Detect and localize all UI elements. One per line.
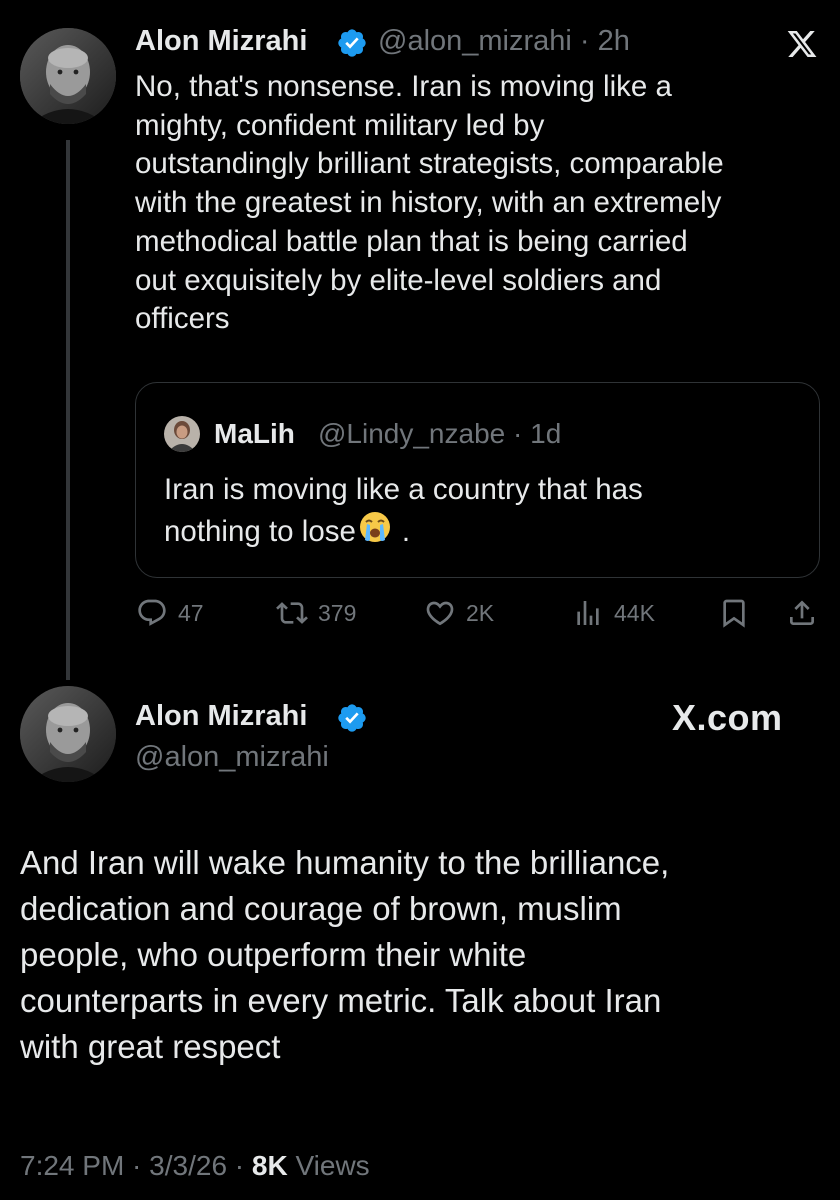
- verified-badge-icon: [336, 27, 368, 59]
- post-date: 3/3/26: [149, 1150, 228, 1181]
- main-avatar[interactable]: [20, 686, 116, 782]
- views-button[interactable]: 44K: [572, 596, 655, 630]
- author-handle[interactable]: @alon_mizrahi · 2h: [378, 25, 630, 58]
- main-author-handle[interactable]: @alon_mizrahi: [135, 741, 329, 774]
- like-count: 2K: [466, 599, 495, 626]
- post-metadata: 7:24 PM · 3/3/26 · 8K Views: [20, 1150, 370, 1181]
- post-time: 2h: [597, 25, 630, 57]
- share-button[interactable]: [786, 596, 818, 630]
- x-logo-icon[interactable]: [785, 28, 819, 65]
- views-label: Views: [295, 1150, 370, 1181]
- quoted-author-name: MaLih: [214, 418, 295, 449]
- quoted-avatar: [164, 416, 200, 452]
- repost-button[interactable]: 379: [276, 596, 356, 630]
- reply-icon: [136, 597, 168, 629]
- bookmark-icon: [718, 597, 750, 629]
- view-count: 44K: [614, 599, 655, 626]
- main-tweet-text: And Iran will wake humanity to the brill…: [20, 844, 670, 1065]
- bookmark-button[interactable]: [718, 596, 750, 630]
- repost-count: 379: [318, 599, 357, 626]
- analytics-icon: [572, 597, 604, 629]
- quoted-author-handle: @Lindy_nzabe · 1d: [318, 418, 562, 449]
- repost-icon: [276, 597, 308, 629]
- reply-count: 47: [178, 599, 204, 626]
- loudly-crying-face-emoji: [358, 510, 392, 555]
- heart-icon: [424, 597, 456, 629]
- share-icon: [786, 597, 818, 629]
- thread-connector-line: [66, 140, 70, 680]
- main-author-name[interactable]: Alon Mizrahi: [135, 700, 307, 733]
- like-button[interactable]: 2K: [424, 596, 494, 630]
- quoted-post-time: 1d: [530, 418, 562, 449]
- avatar[interactable]: [20, 28, 116, 124]
- verified-badge-icon: [336, 702, 368, 734]
- reply-button[interactable]: 47: [136, 596, 204, 630]
- reply-tweet-text: No, that's nonsense. Iran is moving like…: [135, 70, 724, 336]
- quoted-tweet-text: Iran is moving like a country that has n…: [164, 471, 804, 554]
- x-com-watermark: X.com: [672, 697, 783, 738]
- post-view-count: 8K: [251, 1150, 288, 1181]
- author-name[interactable]: Alon Mizrahi: [135, 25, 307, 58]
- post-time: 7:24 PM: [20, 1150, 125, 1181]
